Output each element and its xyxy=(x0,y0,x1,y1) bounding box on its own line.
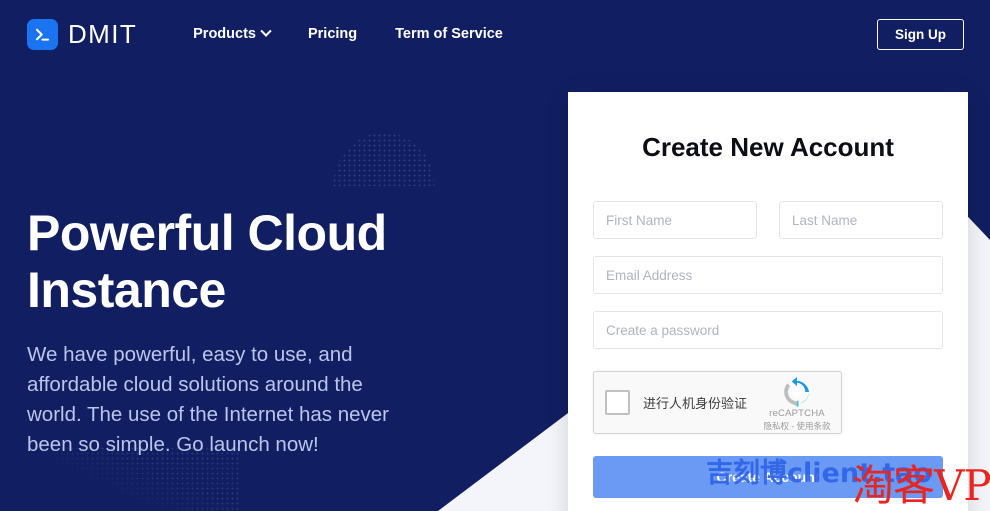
nav-item-term-of-service[interactable]: Term of Service xyxy=(395,26,503,42)
nav-item-term-of-service-label: Term of Service xyxy=(395,26,503,42)
signup-card: Create New Account 进行人机身份验证 reCAPTCHA 隐私… xyxy=(568,92,968,511)
last-name-input[interactable] xyxy=(779,201,943,239)
diagonal-shape-bottom-left xyxy=(438,398,588,511)
site-header: DMIT Products Pricing Term of Service Si… xyxy=(0,0,990,68)
terminal-prompt-icon xyxy=(27,19,58,50)
chevron-down-icon xyxy=(260,26,271,37)
recaptcha-checkbox[interactable] xyxy=(605,390,630,415)
first-name-input[interactable] xyxy=(593,201,757,239)
hero-title-line2: Instance xyxy=(27,262,226,318)
hero-title-line1: Powerful Cloud xyxy=(27,205,387,261)
nav-item-products-label: Products xyxy=(193,26,256,42)
recaptcha-terms-text[interactable]: 隐私权 - 使用条款 xyxy=(760,420,834,432)
nav-item-products[interactable]: Products xyxy=(193,26,270,42)
signup-card-title: Create New Account xyxy=(593,132,943,163)
page-title: Powerful Cloud Instance xyxy=(27,205,447,318)
name-field-row xyxy=(593,201,943,239)
recaptcha-label: 进行人机身份验证 xyxy=(643,393,747,412)
recaptcha-widget[interactable]: 进行人机身份验证 reCAPTCHA 隐私权 - 使用条款 xyxy=(593,371,842,434)
nav-item-pricing-label: Pricing xyxy=(308,26,357,42)
hero-subtitle: We have powerful, easy to use, and affor… xyxy=(27,340,422,461)
hero-section: Powerful Cloud Instance We have powerful… xyxy=(27,205,447,461)
dotted-mountain-decoration xyxy=(312,98,456,186)
recaptcha-logo-icon xyxy=(782,377,812,407)
email-input[interactable] xyxy=(593,256,943,294)
nav-item-pricing[interactable]: Pricing xyxy=(308,26,357,42)
main-nav: Products Pricing Term of Service xyxy=(193,26,503,42)
recaptcha-brand-text: reCAPTCHA xyxy=(760,408,834,419)
password-input[interactable] xyxy=(593,311,943,349)
recaptcha-branding: reCAPTCHA 隐私权 - 使用条款 xyxy=(760,377,834,432)
create-account-button[interactable]: Create Account xyxy=(593,456,943,498)
brand-name: DMIT xyxy=(68,19,137,50)
signup-button[interactable]: Sign Up xyxy=(877,19,964,50)
brand-logo[interactable]: DMIT xyxy=(27,19,137,50)
page-root: DMIT Products Pricing Term of Service Si… xyxy=(0,0,990,511)
